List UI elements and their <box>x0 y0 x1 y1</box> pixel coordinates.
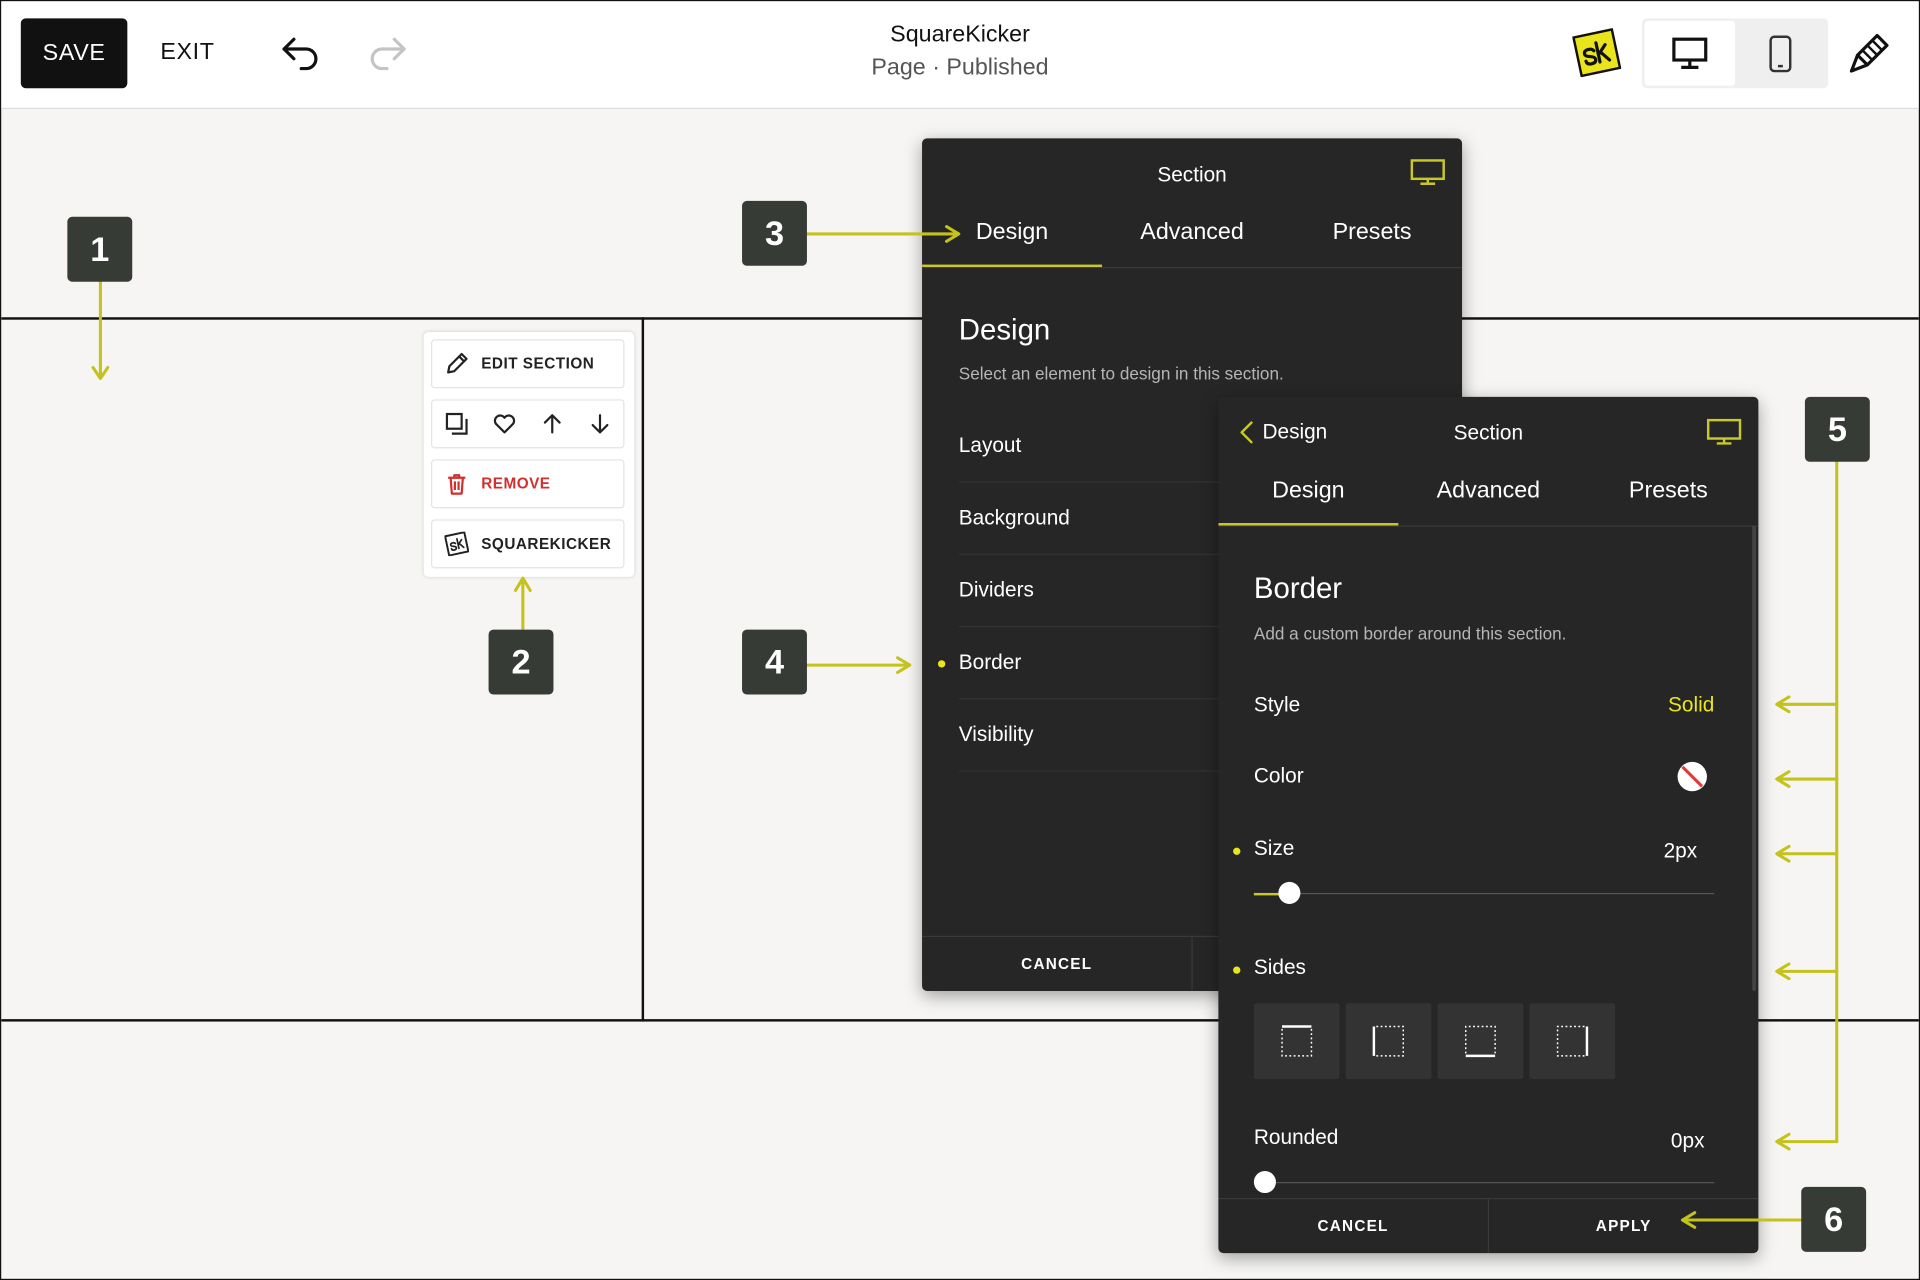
callout-6: 6 <box>1801 1186 1867 1252</box>
callout-4: 4 <box>742 629 807 695</box>
arrow-5-size <box>1775 844 1839 863</box>
arrow-5-style <box>1775 695 1839 714</box>
arrow-1 <box>91 280 110 381</box>
editor-screenshot: SAVE EXIT SquareKicker Page · Published <box>0 0 1920 1280</box>
arrow-4 <box>805 656 912 675</box>
arrow-3 <box>805 225 961 243</box>
callout-5: 5 <box>1804 396 1870 462</box>
callout-1: 1 <box>67 216 133 282</box>
arrow-5-color <box>1775 770 1839 788</box>
arrow-5-sides <box>1775 962 1839 981</box>
arrow-2 <box>513 576 532 630</box>
arrow-5-rounded <box>1775 1132 1839 1151</box>
arrow-6 <box>1680 1211 1803 1229</box>
annotation-arrows <box>91 225 1839 1229</box>
callout-2: 2 <box>488 629 554 695</box>
callout-3: 3 <box>742 200 807 266</box>
